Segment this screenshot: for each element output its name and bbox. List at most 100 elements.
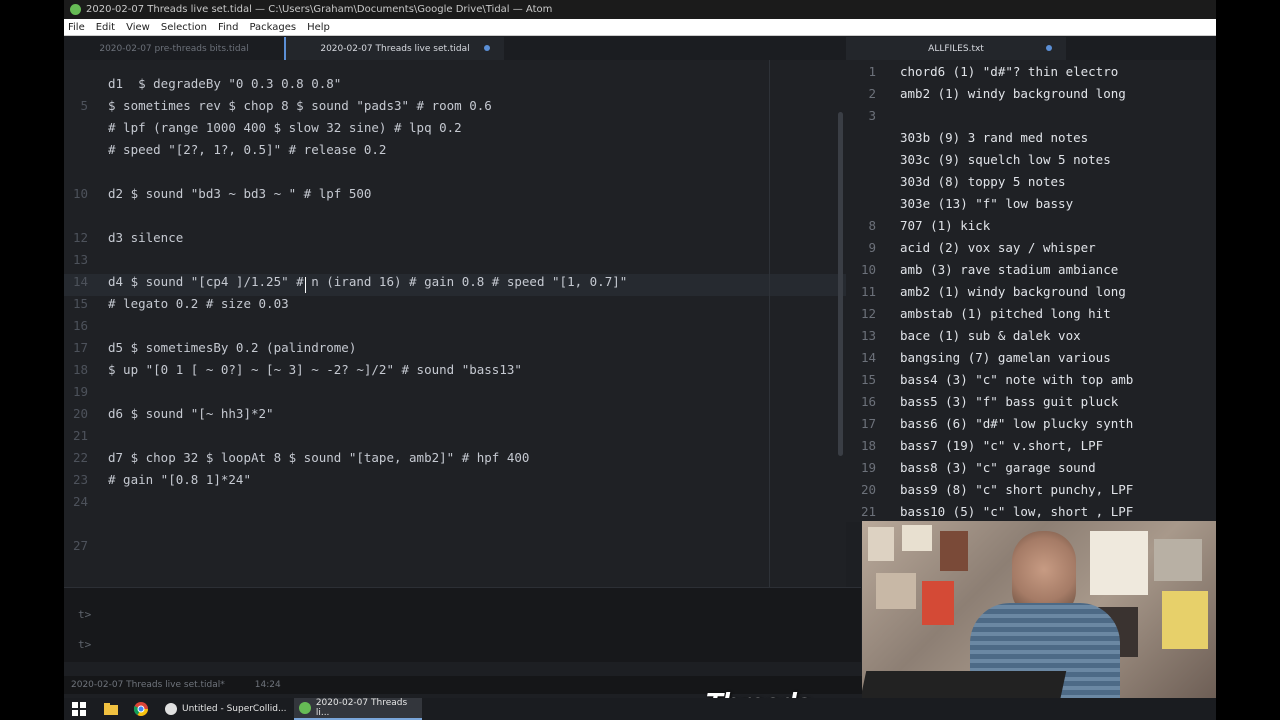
status-file-name[interactable]: 2020-02-07 Threads live set.tidal*: [71, 680, 225, 690]
taskbar-item-label: Untitled - SuperCollid...: [182, 704, 287, 714]
modified-dot-icon: [484, 45, 490, 51]
sample-list-line[interactable]: bass8 (3) "c" garage sound: [900, 460, 1096, 475]
line-number: 14: [72, 274, 88, 289]
file-explorer-icon[interactable]: [104, 702, 118, 716]
sample-list-line[interactable]: bass5 (3) "f" bass guit pluck: [900, 394, 1118, 409]
editor-scrollbar[interactable]: [838, 112, 843, 456]
sample-list-line[interactable]: bass9 (8) "c" short punchy, LPF: [900, 482, 1133, 497]
wall-poster: [1162, 591, 1208, 649]
line-number: 23: [72, 472, 88, 487]
taskbar-item-atom[interactable]: 2020-02-07 Threads li...: [294, 698, 422, 720]
line-number: 20: [72, 406, 88, 421]
code-line[interactable]: $ up "[0 1 [ ~ 0?] ~ [~ 3] ~ -2? ~]/2" #…: [108, 362, 522, 377]
line-number: 10: [860, 262, 876, 277]
sample-list-line[interactable]: amb2 (1) windy background long: [900, 284, 1126, 299]
menu-packages[interactable]: Packages: [249, 22, 296, 33]
line-number: 19: [860, 460, 876, 475]
tab-label: 2020-02-07 pre-threads bits.tidal: [99, 43, 249, 54]
sample-list-line[interactable]: bangsing (7) gamelan various: [900, 350, 1111, 365]
sample-list-line[interactable]: bass7 (19) "c" v.short, LPF: [900, 438, 1103, 453]
taskbar-item-label: 2020-02-07 Threads li...: [315, 698, 408, 718]
menu-edit[interactable]: Edit: [96, 22, 115, 33]
code-line[interactable]: d7 $ chop 32 $ loopAt 8 $ sound "[tape, …: [108, 450, 529, 465]
code-line[interactable]: $ sometimes rev $ chop 8 $ sound "pads3"…: [108, 98, 492, 113]
sample-list-line[interactable]: 303e (13) "f" low bassy: [900, 196, 1073, 211]
sample-list-line[interactable]: bass6 (6) "d#" low plucky synth: [900, 416, 1133, 431]
code-line[interactable]: d6 $ sound "[~ hh3]*2": [108, 406, 274, 421]
line-number: 15: [860, 372, 876, 387]
modified-dot-icon: [1046, 45, 1052, 51]
sample-list-line[interactable]: 707 (1) kick: [900, 218, 990, 233]
left-editor-pane[interactable]: d1 $ degradeBy "0 0.3 0.8 0.8" 5 $ sometim…: [64, 60, 846, 587]
wrap-guide: [769, 60, 770, 587]
code-line[interactable]: # lpf (range 1000 400 $ slow 32 sine) # …: [108, 120, 462, 135]
code-line[interactable]: d3 silence: [108, 230, 183, 245]
line-number: 15: [72, 296, 88, 311]
atom-icon: [299, 702, 311, 714]
code-line[interactable]: # speed "[2?, 1?, 0.5]" # release 0.2: [108, 142, 386, 157]
line-number: 13: [72, 252, 88, 267]
line-number: 3: [868, 108, 876, 123]
windows-start-icon[interactable]: [72, 702, 86, 716]
line-number: 14: [860, 350, 876, 365]
window-title: 2020-02-07 Threads live set.tidal — C:\U…: [86, 4, 553, 15]
wall-poster: [876, 573, 916, 609]
wall-poster: [868, 527, 894, 561]
menu-bar: File Edit View Selection Find Packages H…: [64, 19, 1216, 36]
code-line[interactable]: d2 $ sound "bd3 ~ bd3 ~ " # lpf 500: [108, 186, 371, 201]
console-prompt: t>: [78, 638, 92, 651]
title-bar: 2020-02-07 Threads live set.tidal — C:\U…: [64, 0, 1216, 19]
line-number: 12: [860, 306, 876, 321]
atom-app-icon: [70, 4, 81, 15]
sample-list-line[interactable]: amb2 (1) windy background long: [900, 86, 1126, 101]
right-editor-pane[interactable]: 1 chord6 (1) "d#"? thin electro 2 amb2 (1) …: [846, 60, 1216, 522]
tab-allfiles[interactable]: ALLFILES.txt: [846, 37, 1066, 60]
sample-list-line[interactable]: 303c (9) squelch low 5 notes: [900, 152, 1111, 167]
code-line[interactable]: d5 $ sometimesBy 0.2 (palindrome): [108, 340, 356, 355]
menu-find[interactable]: Find: [218, 22, 239, 33]
line-number: 5: [80, 98, 88, 113]
line-number: 18: [860, 438, 876, 453]
line-number: 2: [868, 86, 876, 101]
code-line[interactable]: # legato 0.2 # size 0.03: [108, 296, 289, 311]
sample-list-line[interactable]: 303b (9) 3 rand med notes: [900, 130, 1088, 145]
sample-list-line[interactable]: bace (1) sub & dalek vox: [900, 328, 1081, 343]
sample-list-line[interactable]: acid (2) vox say / whisper: [900, 240, 1096, 255]
webcam-overlay: [862, 521, 1216, 699]
code-line[interactable]: d4 $ sound "[cp4 ]/1.25" # n (irand 16) …: [108, 274, 627, 289]
sample-list-line[interactable]: chord6 (1) "d#"? thin electro: [900, 64, 1118, 79]
line-number: 21: [860, 504, 876, 519]
line-number: 21: [72, 428, 88, 443]
sample-list-line[interactable]: bass10 (5) "c" low, short , LPF: [900, 504, 1133, 519]
line-number: 9: [868, 240, 876, 255]
line-number: 8: [868, 218, 876, 233]
line-number: 16: [72, 318, 88, 333]
menu-view[interactable]: View: [126, 22, 150, 33]
console-prompt: t>: [78, 608, 92, 621]
sample-list-line[interactable]: bass4 (3) "c" note with top amb: [900, 372, 1133, 387]
code-line[interactable]: # gain "[0.8 1]*24": [108, 472, 251, 487]
taskbar-item-supercollider[interactable]: Untitled - SuperCollid...: [160, 698, 288, 720]
tab-threads-live-set[interactable]: 2020-02-07 Threads live set.tidal: [284, 37, 504, 60]
wall-poster: [1154, 539, 1202, 581]
tab-pre-threads-bits[interactable]: 2020-02-07 pre-threads bits.tidal: [64, 37, 284, 60]
line-number: 17: [72, 340, 88, 355]
menu-file[interactable]: File: [68, 22, 85, 33]
line-number: 1: [868, 64, 876, 79]
sample-list-line[interactable]: ambstab (1) pitched long hit: [900, 306, 1111, 321]
line-number: 22: [72, 450, 88, 465]
menu-selection[interactable]: Selection: [161, 22, 207, 33]
sample-list-line[interactable]: 303d (8) toppy 5 notes: [900, 174, 1066, 189]
console-panel[interactable]: t> t>: [64, 587, 861, 662]
taskbar: Untitled - SuperCollid... 2020-02-07 Thr…: [64, 698, 1216, 720]
code-line[interactable]: d1 $ degradeBy "0 0.3 0.8 0.8": [108, 76, 341, 91]
cursor-position[interactable]: 14:24: [255, 680, 281, 690]
laptop: [862, 671, 1067, 699]
line-number: 27: [72, 538, 88, 553]
wall-poster: [940, 531, 968, 571]
sample-list-line[interactable]: amb (3) rave stadium ambiance: [900, 262, 1118, 277]
right-tab-bar: ALLFILES.txt: [846, 37, 1216, 60]
chrome-icon[interactable]: [134, 702, 148, 716]
menu-help[interactable]: Help: [307, 22, 330, 33]
line-number: 24: [72, 494, 88, 509]
